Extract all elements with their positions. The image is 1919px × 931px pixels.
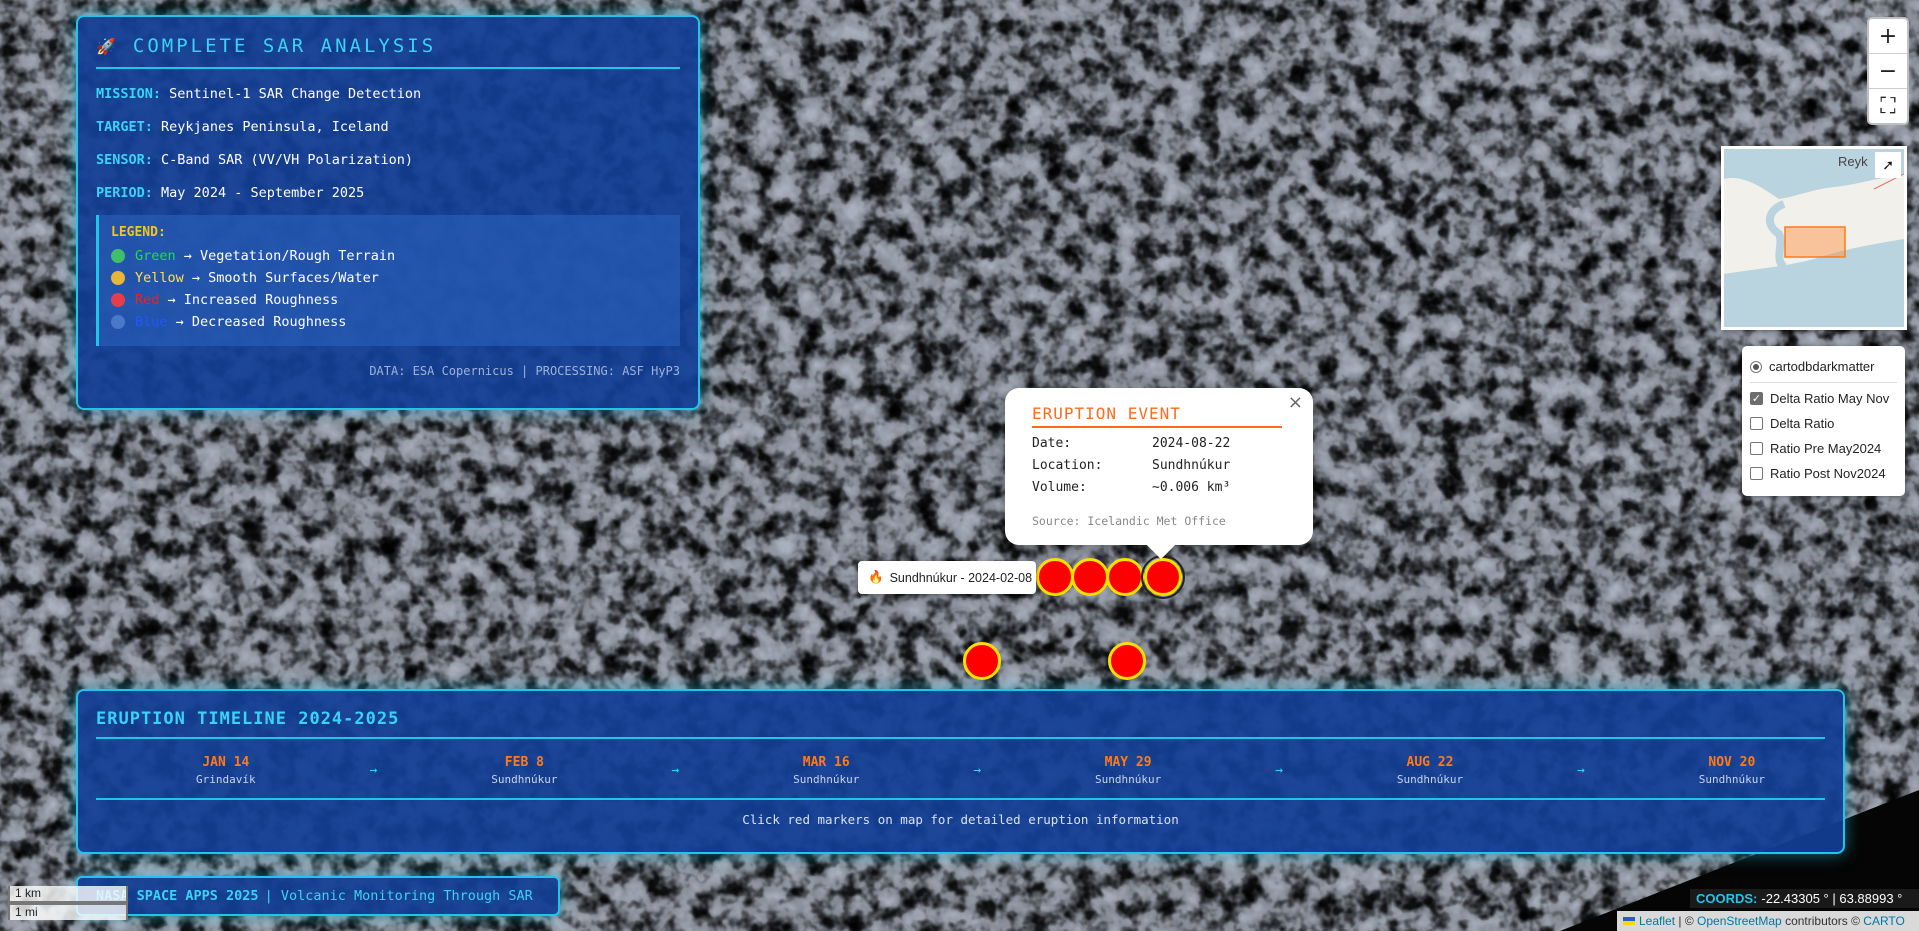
leaflet-link[interactable]: Leaflet <box>1639 914 1675 928</box>
eruption-marker[interactable] <box>1106 558 1144 596</box>
data-credits: DATA: ESA Copernicus | PROCESSING: ASF H… <box>369 364 680 378</box>
popup-location-label: Location: <box>1032 458 1103 473</box>
minimap-toggle-icon[interactable]: ➚ <box>1875 152 1901 178</box>
period-row: PERIOD: May 2024 - September 2025 <box>96 185 365 201</box>
legend-item-red: Red → Increased Roughness <box>111 292 668 308</box>
minimap-label: Reyk <box>1838 154 1868 169</box>
sensor-row: SENSOR: C-Band SAR (VV/VH Polarization) <box>96 152 414 168</box>
popup-source: Source: Icelandic Met Office <box>1032 514 1226 528</box>
timeline-event: AUG 22 Sundhnúkur <box>1396 755 1464 786</box>
checkbox-icon[interactable] <box>1750 467 1763 480</box>
popup-date-value: 2024-08-22 <box>1152 436 1231 451</box>
overlay-ratio-post-nov2024[interactable]: Ratio Post Nov2024 <box>1750 461 1897 486</box>
attribution: Leaflet | © OpenStreetMap contributors ©… <box>1617 911 1919 931</box>
timeline-title: ERUPTION TIMELINE 2024-2025 <box>96 709 1825 739</box>
legend-item-green: Green → Vegetation/Rough Terrain <box>111 248 668 264</box>
timeline-hint: Click red markers on map for detailed er… <box>96 798 1825 827</box>
timeline-event: NOV 20 Sundhnúkur <box>1698 755 1765 786</box>
target-row: TARGET: Reykjanes Peninsula, Iceland <box>96 119 389 135</box>
checkbox-icon[interactable] <box>1750 417 1763 430</box>
analysis-panel: 🚀 COMPLETE SAR ANALYSIS MISSION: Sentine… <box>76 15 700 410</box>
eruption-marker[interactable] <box>963 642 1001 680</box>
overlay-delta-ratio[interactable]: Delta Ratio <box>1750 411 1897 436</box>
marker-tooltip: 🔥 Sundhnúkur - 2024-02-08 <box>858 561 1036 594</box>
analysis-title: 🚀 COMPLETE SAR ANALYSIS <box>96 35 680 69</box>
scale-bar: 1 km 1 mi <box>8 886 128 920</box>
popup-location-value: Sundhnúkur <box>1152 458 1231 473</box>
scale-metric: 1 km <box>8 886 128 903</box>
eruption-popup: × ERUPTION EVENT Date: 2024-08-22 Locati… <box>1005 388 1313 560</box>
popup-volume-label: Volume: <box>1032 480 1087 495</box>
popup-title: ERUPTION EVENT <box>1032 404 1282 428</box>
overlay-ratio-pre-may2024[interactable]: Ratio Pre May2024 <box>1750 436 1897 461</box>
blue-dot-icon <box>111 315 125 329</box>
rocket-icon: 🚀 <box>96 36 119 56</box>
scale-imperial: 1 mi <box>8 903 128 920</box>
zoom-control: + − ⛶ <box>1867 17 1909 125</box>
red-dot-icon <box>111 293 125 307</box>
eruption-marker-selected[interactable] <box>1141 555 1185 599</box>
overlay-delta-ratio-may-nov[interactable]: ✓ Delta Ratio May Nov <box>1750 386 1897 411</box>
checkbox-checked-icon[interactable]: ✓ <box>1750 392 1763 405</box>
ukraine-flag-icon <box>1623 917 1635 925</box>
checkbox-icon[interactable] <box>1750 442 1763 455</box>
legend: LEGEND: Green → Vegetation/Rough Terrain… <box>96 215 680 346</box>
timeline-event: JAN 14 Grindavík <box>196 755 256 786</box>
green-dot-icon <box>111 249 125 263</box>
popup-date-label: Date: <box>1032 436 1072 451</box>
popup-volume-value: ~0.006 km³ <box>1152 480 1231 495</box>
timeline-event: MAR 16 Sundhnúkur <box>793 755 860 786</box>
arrow-right-icon: → <box>1577 763 1585 778</box>
legend-item-blue: Blue → Decreased Roughness <box>111 314 668 330</box>
fullscreen-button[interactable]: ⛶ <box>1869 89 1907 123</box>
eruption-marker[interactable] <box>1036 558 1074 596</box>
arrow-right-icon: → <box>671 763 680 778</box>
coords-readout: COORDS: -22.43305 ° | 63.88993 ° <box>1690 889 1919 908</box>
mission-row: MISSION: Sentinel-1 SAR Change Detection <box>96 86 422 102</box>
footer-badge: NASA SPACE APPS 2025 | Volcanic Monitori… <box>76 876 560 916</box>
close-icon[interactable]: × <box>1288 392 1303 413</box>
eruption-marker[interactable] <box>1071 558 1109 596</box>
osm-link[interactable]: OpenStreetMap <box>1697 914 1782 928</box>
zoom-out-button[interactable]: − <box>1869 54 1907 89</box>
fire-icon: 🔥 <box>868 570 884 584</box>
legend-item-yellow: Yellow → Smooth Surfaces/Water <box>111 270 668 286</box>
arrow-right-icon: → <box>369 763 378 778</box>
arrow-right-icon: → <box>973 763 982 778</box>
timeline-panel: ERUPTION TIMELINE 2024-2025 JAN 14 Grinda… <box>76 689 1845 854</box>
timeline-event: MAY 29 Sundhnúkur <box>1095 755 1162 786</box>
timeline-event: FEB 8 Sundhnúkur <box>491 755 558 786</box>
radio-icon[interactable] <box>1750 360 1762 373</box>
minimap[interactable]: Reyk ➚ <box>1721 146 1907 330</box>
yellow-dot-icon <box>111 271 125 285</box>
timeline-events: JAN 14 Grindavík → FEB 8 Sundhnúkur → MAR … <box>96 755 1825 786</box>
base-layer-option[interactable]: cartodbdarkmatter <box>1750 354 1897 379</box>
eruption-marker[interactable] <box>1108 642 1146 680</box>
arrow-right-icon: → <box>1275 763 1283 778</box>
zoom-in-button[interactable]: + <box>1869 19 1907 54</box>
carto-link[interactable]: CARTO <box>1863 914 1905 928</box>
layer-control: cartodbdarkmatter ✓ Delta Ratio May Nov D… <box>1742 346 1905 496</box>
